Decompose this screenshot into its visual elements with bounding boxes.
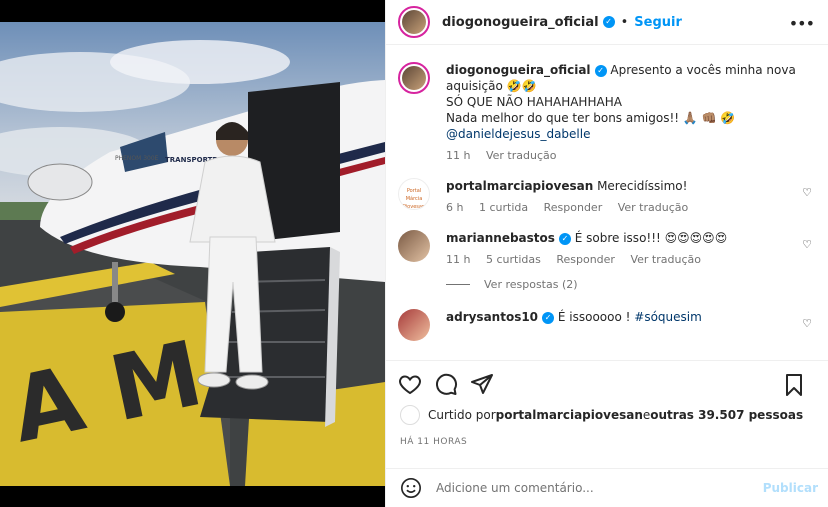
post-timestamp[interactable]: HÁ 11 HORAS — [400, 437, 467, 447]
view-replies-label: Ver respostas (2) — [484, 278, 578, 291]
verified-icon: ✓ — [594, 64, 607, 77]
more-icon[interactable]: ••• — [789, 14, 815, 33]
caption-meta: 11 h Ver tradução — [446, 148, 796, 164]
caption-avatar[interactable] — [398, 62, 430, 94]
post-photo[interactable]: A M B PHENOM 300E TRANSPORTE P — [0, 22, 385, 486]
comment-likes[interactable]: 1 curtida — [479, 201, 528, 214]
publish-button[interactable]: Publicar — [763, 481, 818, 495]
commenter-avatar[interactable] — [398, 230, 430, 262]
save-icon[interactable] — [782, 373, 806, 397]
author-avatar[interactable] — [398, 6, 430, 38]
comment-item: Portal Márcia Piovesan portalmarciapiove… — [398, 178, 816, 216]
view-replies-button[interactable]: Ver respostas (2) — [446, 278, 816, 291]
comment-item: adrysantos10 ✓ É issooooo ! #sóquesim ♡ — [398, 309, 816, 341]
likes-prefix: Curtido por — [428, 408, 496, 422]
caption: diogonogueira_oficial ✓ Apresento a vocês… — [398, 62, 816, 164]
comment-text: É issooooo ! — [557, 310, 635, 324]
comment-meta: 6 h 1 curtida Responder Ver tradução — [446, 200, 796, 216]
emoji-icon[interactable] — [400, 477, 422, 499]
comment-item: mariannebastos ✓ É sobre isso!!! 😍😍😍😍😍 11… — [398, 230, 816, 268]
comment-time[interactable]: 11 h — [446, 253, 470, 266]
add-comment-bar: Publicar — [386, 468, 828, 507]
post-actions — [386, 360, 828, 406]
commenter-avatar[interactable] — [398, 309, 430, 341]
comments-list[interactable]: diogonogueira_oficial ✓ Apresento a vocês… — [386, 52, 828, 358]
jet-model-text: PHENOM 300E — [115, 155, 159, 162]
verified-icon: ✓ — [542, 311, 555, 324]
comment-like-heart-icon[interactable]: ♡ — [802, 317, 812, 330]
comment-hashtag[interactable]: #sóquesim — [634, 310, 702, 324]
comment-translate[interactable]: Ver tradução — [618, 201, 689, 214]
caption-username[interactable]: diogonogueira_oficial — [446, 63, 591, 77]
share-icon[interactable] — [470, 372, 494, 396]
comment-icon[interactable] — [434, 372, 458, 396]
comment-meta: 11 h 5 curtidas Responder Ver tradução — [446, 252, 796, 268]
comment-username[interactable]: adrysantos10 — [446, 310, 538, 324]
verified-icon: ✓ — [558, 232, 571, 245]
comment-text: Merecidíssimo! — [597, 179, 688, 193]
caption-translate[interactable]: Ver tradução — [486, 149, 557, 162]
commenter-avatar-logo: Portal Márcia Piovesan — [402, 188, 426, 210]
caption-line-3: Nada melhor do que ter bons amigos!! 🙏🏽 … — [446, 111, 736, 125]
follow-button[interactable]: Seguir — [634, 15, 682, 30]
caption-line-2: SÓ QUE NÃO HAHAHAHHAHA — [446, 95, 622, 109]
caption-mention[interactable]: @danieldejesus_dabelle — [446, 127, 590, 141]
comment-username[interactable]: mariannebastos — [446, 231, 555, 245]
replies-line — [446, 284, 470, 285]
comment-text: É sobre isso!!! 😍😍😍😍😍 — [574, 231, 728, 245]
separator-dot: • — [620, 14, 629, 30]
likes-summary[interactable]: Curtido por portalmarciapiovesan e outra… — [400, 405, 803, 425]
comment-username[interactable]: portalmarciapiovesan — [446, 179, 593, 193]
likes-user[interactable]: portalmarciapiovesan — [496, 408, 643, 422]
verified-icon: ✓ — [602, 16, 615, 28]
post-header: diogonogueira_oficial ✓ • Seguir ••• — [386, 0, 828, 45]
likes-middle: e — [642, 408, 651, 422]
heart-icon[interactable] — [398, 372, 422, 396]
post-media[interactable]: A M B PHENOM 300E TRANSPORTE P — [0, 0, 385, 507]
commenter-avatar[interactable]: Portal Márcia Piovesan — [398, 178, 430, 210]
liker-avatar — [400, 405, 420, 425]
caption-time[interactable]: 11 h — [446, 149, 470, 162]
comment-like-heart-icon[interactable]: ♡ — [802, 186, 812, 199]
post-sidebar: diogonogueira_oficial ✓ • Seguir ••• dio… — [385, 0, 828, 507]
author-username[interactable]: diogonogueira_oficial — [442, 15, 599, 30]
comment-time[interactable]: 6 h — [446, 201, 463, 214]
comment-translate[interactable]: Ver tradução — [630, 253, 701, 266]
comment-input[interactable] — [436, 481, 756, 495]
likes-others[interactable]: outras 39.507 pessoas — [650, 408, 803, 422]
comment-likes[interactable]: 5 curtidas — [486, 253, 541, 266]
comment-reply-button[interactable]: Responder — [556, 253, 615, 266]
comment-like-heart-icon[interactable]: ♡ — [802, 238, 812, 251]
comment-reply-button[interactable]: Responder — [544, 201, 603, 214]
